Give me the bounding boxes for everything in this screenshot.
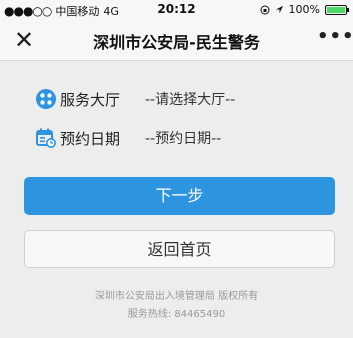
battery-level xyxy=(327,6,345,13)
service-hall-label: 服务大厅 xyxy=(60,90,121,109)
back-to-home-button[interactable]: 返回首页 xyxy=(24,230,335,268)
appointment-date-row[interactable]: 预约日期 --预约日期-- xyxy=(36,125,221,151)
page-title: 深圳市公安局-民生警务 xyxy=(93,33,260,52)
calendar-icon xyxy=(36,128,56,148)
footer-copyright: 深圳市公安局出入境管理局 版权所有 xyxy=(94,291,259,302)
service-hall-select[interactable]: --请选择大厅-- xyxy=(145,89,235,109)
battery-icon xyxy=(325,4,349,15)
battery-percent: 100% xyxy=(288,3,320,16)
service-hall-icon xyxy=(36,89,56,109)
service-hall-row[interactable]: 服务大厅 --请选择大厅-- xyxy=(36,86,235,112)
appointment-date-label: 预约日期 xyxy=(60,129,121,148)
status-right: 100% xyxy=(260,3,349,16)
appointment-date-select[interactable]: --预约日期-- xyxy=(145,128,221,148)
status-bar: ●●●○○ 中国移动 4G 20:12 100% xyxy=(0,0,353,20)
location-arrow-icon xyxy=(275,5,283,14)
footer-hotline: 服务热线: 84465490 xyxy=(127,309,226,320)
rotation-lock-icon xyxy=(260,5,270,14)
nav-bar: ✕ 深圳市公安局-民生警务 ••• xyxy=(0,20,353,61)
more-menu-button[interactable]: ••• xyxy=(317,28,353,52)
next-step-button[interactable]: 下一步 xyxy=(24,177,335,215)
